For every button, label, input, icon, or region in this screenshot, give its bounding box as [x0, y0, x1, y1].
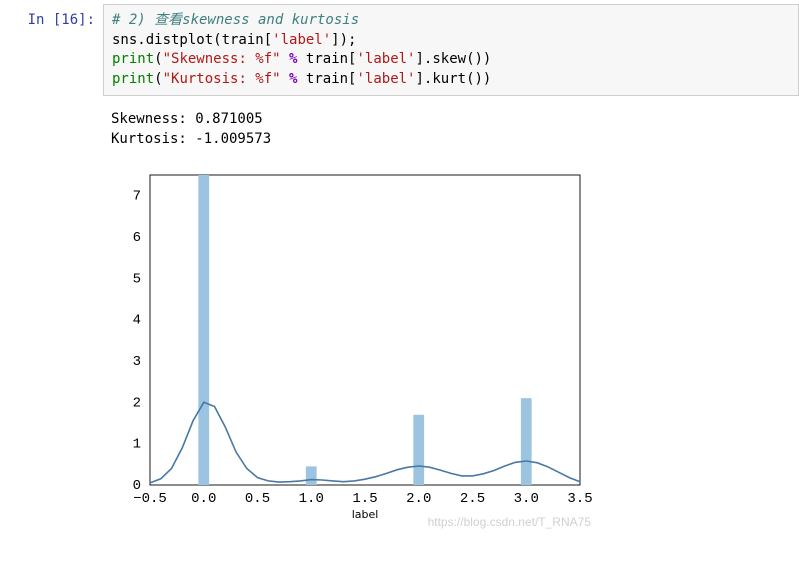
x-tick-label: 2.0	[406, 491, 431, 507]
y-tick-label: 2	[133, 395, 141, 411]
kde-line	[150, 402, 580, 483]
watermark: https://blog.csdn.net/T_RNA75	[428, 515, 592, 529]
code-line-4: print("Kurtosis: %f" % train['label'].ku…	[112, 71, 491, 87]
hist-bar	[521, 398, 532, 485]
code-comment: # 2) 查看skewness and kurtosis	[112, 12, 359, 28]
x-tick-label: 2.5	[460, 491, 485, 507]
distplot-chart: −0.50.00.51.01.52.02.53.03.501234567labe…	[95, 160, 595, 530]
x-tick-label: 1.0	[299, 491, 324, 507]
code-line-2: sns.distplot(train['label']);	[112, 32, 356, 48]
hist-bar	[198, 175, 209, 485]
y-tick-label: 5	[133, 271, 141, 287]
y-tick-label: 0	[133, 478, 141, 494]
x-tick-label: 0.0	[191, 491, 216, 507]
y-tick-label: 7	[133, 188, 141, 204]
output-prompt	[0, 104, 103, 155]
x-tick-label: 3.0	[514, 491, 539, 507]
hist-bar	[413, 414, 424, 484]
y-tick-label: 1	[133, 436, 141, 452]
input-prompt: In [16]:	[0, 4, 103, 96]
code-line-3: print("Skewness: %f" % train['label'].sk…	[112, 51, 491, 67]
y-tick-label: 4	[133, 312, 141, 328]
plot-frame	[150, 175, 580, 485]
code-cell: In [16]: # 2) 查看skewness and kurtosis sn…	[0, 0, 799, 100]
stdout-output: Skewness: 0.871005 Kurtosis: -1.009573	[103, 104, 799, 155]
hist-bar	[306, 466, 317, 485]
x-tick-label: 1.5	[352, 491, 377, 507]
x-tick-label: 0.5	[245, 491, 270, 507]
x-tick-label: 3.5	[567, 491, 592, 507]
y-tick-label: 3	[133, 354, 141, 370]
code-input[interactable]: # 2) 查看skewness and kurtosis sns.distplo…	[103, 4, 799, 96]
plot-output: −0.50.00.51.01.52.02.53.03.501234567labe…	[0, 160, 799, 530]
output-cell: Skewness: 0.871005 Kurtosis: -1.009573	[0, 100, 799, 159]
y-tick-label: 6	[133, 230, 141, 246]
x-axis-label: label	[352, 508, 379, 521]
